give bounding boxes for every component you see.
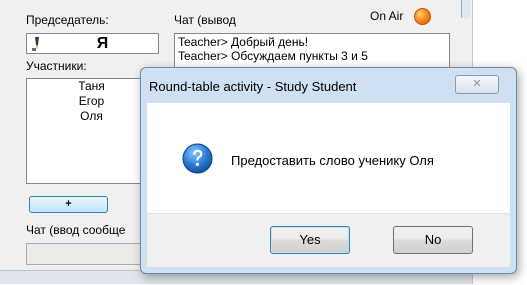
no-button[interactable]: No	[393, 226, 473, 254]
chair-field: Я	[26, 33, 159, 54]
participants-label: Участники:	[26, 59, 87, 73]
question-icon	[182, 143, 213, 174]
close-icon: ✕	[472, 78, 482, 90]
chat-output-label: Чат (вывод	[174, 13, 236, 27]
add-button[interactable]: +	[29, 196, 108, 213]
chat-line: Teacher> Добрый день!	[178, 35, 309, 49]
yes-button[interactable]: Yes	[270, 226, 350, 254]
participant-item[interactable]: Таня	[27, 79, 156, 94]
close-button[interactable]: ✕	[455, 75, 499, 94]
on-air-label: On Air	[370, 9, 404, 23]
participants-list[interactable]: Таня Егор Оля	[26, 78, 157, 184]
participant-item[interactable]: Егор	[27, 94, 156, 109]
confirm-dialog: Round-table activity - Study Student ✕ П…	[140, 67, 517, 274]
chair-pencil-icon	[32, 37, 39, 51]
chat-input[interactable]	[26, 243, 156, 265]
chat-line: Teacher> Обсуждаем пункты 3 и 5	[178, 49, 368, 63]
on-air-indicator-icon	[414, 8, 431, 25]
window-edge	[461, 0, 470, 18]
chair-label: Председатель:	[26, 13, 109, 27]
participant-item[interactable]: Оля	[27, 109, 156, 124]
dialog-title: Round-table activity - Study Student	[149, 79, 357, 94]
dialog-message: Предоставить слово ученику Оля	[231, 153, 434, 168]
chair-name: Я	[96, 35, 109, 52]
chat-input-label: Чат (ввод сообще	[26, 223, 126, 237]
